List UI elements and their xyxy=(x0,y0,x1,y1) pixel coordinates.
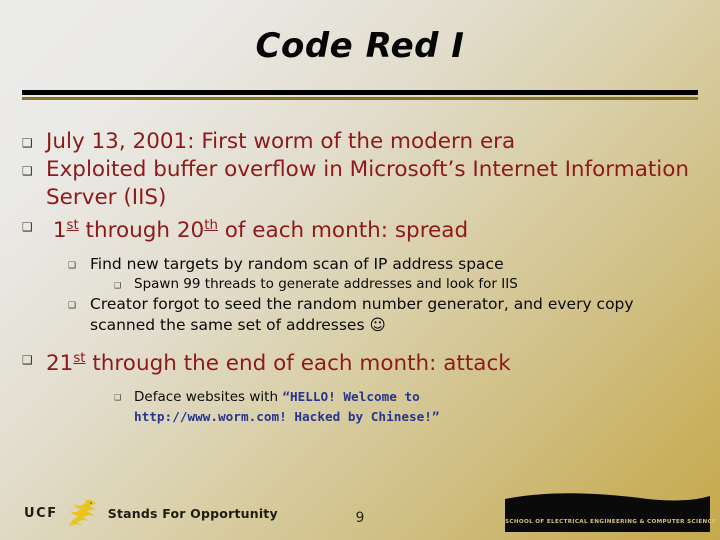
bullet-text: Exploited buffer overflow in Microsoft’s… xyxy=(46,157,690,210)
defacement-message-line2: http://www.worm.com! Hacked by Chinese! xyxy=(134,409,432,425)
defacement-quote-open: “ xyxy=(282,389,290,405)
defacement-message-line1: HELLO! Welcome to xyxy=(289,389,420,405)
bullet-level1-item: ❑ July 13, 2001: First worm of the moder… xyxy=(22,128,700,156)
bullet-text-seed-bug: Creator forgot to seed the random number… xyxy=(90,294,700,336)
attack-range-post: through the end of each month: attack xyxy=(85,351,511,377)
slide-body: ❑ July 13, 2001: First worm of the moder… xyxy=(22,128,700,427)
attack-day-start: 21 xyxy=(46,351,74,377)
smiley-icon: ☺ xyxy=(369,316,386,335)
bullet-marker-icon: ❑ xyxy=(22,220,33,234)
seed-bug-text: Creator forgot to seed the random number… xyxy=(90,295,634,335)
title-divider xyxy=(22,90,698,100)
bullet-marker-icon: ❑ xyxy=(114,393,122,403)
page-title: Code Red I xyxy=(255,26,465,66)
attack-day-start-suffix: st xyxy=(73,351,86,367)
bullet-level3-item: ❑ Spawn 99 threads to generate addresses… xyxy=(22,275,700,294)
spread-day-start-suffix: st xyxy=(66,218,79,233)
bullet-marker-icon: ❑ xyxy=(22,136,33,150)
spread-day-end-suffix: th xyxy=(204,218,218,233)
spread-day-start: 1 xyxy=(52,218,67,244)
bullet-text: July 13, 2001: First worm of the modern … xyxy=(46,129,516,154)
bullet-text: Find new targets by random scan of IP ad… xyxy=(90,255,504,274)
bullet-level1-item: ❑ Exploited buffer overflow in Microsoft… xyxy=(22,156,700,212)
slide-canvas: Code Red I ❑ July 13, 2001: First worm o… xyxy=(0,0,720,540)
bullet-level1-item: ❑ 21st through the end of each month: at… xyxy=(22,345,700,378)
defacement-quote-close: ” xyxy=(431,409,440,425)
bullet-text-defacement: Deface websites with “HELLO! Welcome to h… xyxy=(134,387,440,427)
bullet-level2-item: ❑ Find new targets by random scan of IP … xyxy=(22,254,700,275)
bullet-marker-icon: ❑ xyxy=(68,301,77,312)
defacement-label: Deface websites with xyxy=(134,389,283,406)
spread-range-post: of each month: spread xyxy=(217,218,469,244)
bullet-level3-item: ❑ Deface websites with “HELLO! Welcome t… xyxy=(22,387,700,427)
bullet-level2-item: ❑ Creator forgot to seed the random numb… xyxy=(22,294,700,336)
divider-gold-bar xyxy=(22,97,698,100)
bullet-text-attack-schedule: 21st through the end of each month: atta… xyxy=(46,345,511,378)
bullet-marker-icon: ❑ xyxy=(114,281,122,291)
bullet-level1-item: ❑ 1st through 20th of each month: spread xyxy=(22,212,700,245)
bullet-marker-icon: ❑ xyxy=(22,353,33,368)
eecs-banner: SCHOOL OF ELECTRICAL ENGINEERING & COMPU… xyxy=(505,490,717,532)
spread-range-mid: through 20 xyxy=(78,218,205,244)
bullet-text-spread-schedule: 1st through 20th of each month: spread xyxy=(46,212,468,245)
bullet-text: Spawn 99 threads to generate addresses a… xyxy=(134,276,518,293)
bullet-marker-icon: ❑ xyxy=(68,261,77,272)
bullet-marker-icon: ❑ xyxy=(22,164,33,178)
eecs-banner-text: SCHOOL OF ELECTRICAL ENGINEERING & COMPU… xyxy=(505,519,717,525)
